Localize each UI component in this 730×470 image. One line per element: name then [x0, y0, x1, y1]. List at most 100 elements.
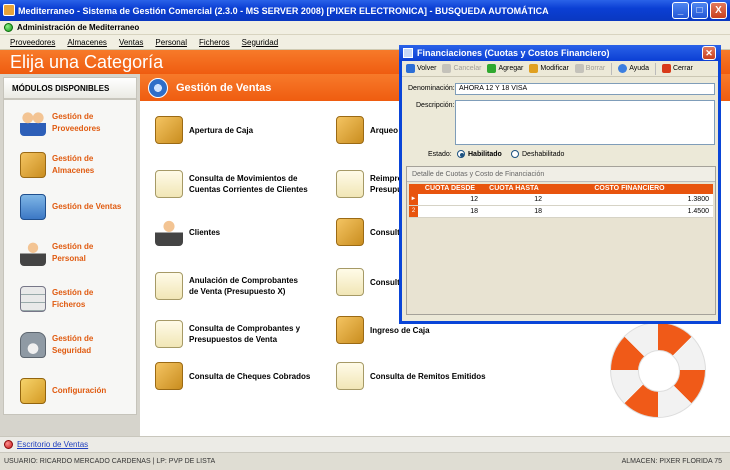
sidebar-item-label: Gestión de Personal — [52, 242, 94, 263]
option-label: Consulta de Comprobantes y Presupuestos … — [189, 324, 301, 344]
escritorio-link[interactable]: Escritorio de Ventas — [17, 440, 88, 449]
option-cheques[interactable]: Consulta de Cheques Cobrados — [155, 362, 310, 390]
dialog-toolbar: Volver Cancelar Agregar Modificar Borrar… — [402, 61, 718, 77]
cash-box-icon — [336, 116, 364, 144]
sidebar-item-configuracion[interactable]: Configuración — [4, 368, 136, 414]
option-consulta-2[interactable]: Consulta — [336, 268, 404, 296]
sidebar-item-ficheros[interactable]: Gestión de Ficheros — [4, 276, 136, 322]
option-consulta-1[interactable]: Consulta — [336, 218, 404, 246]
cabinet-icon — [20, 286, 46, 312]
sidebar-header: MÓDULOS DISPONIBLES — [4, 78, 136, 100]
denominacion-field[interactable]: AHORA 12 Y 18 VISA — [455, 83, 715, 95]
escritorio-bar[interactable]: Escritorio de Ventas — [0, 436, 730, 452]
menu-proveedores[interactable]: Proveedores — [10, 38, 55, 47]
toolbar-cerrar[interactable]: Cerrar — [661, 64, 693, 73]
radio-label: Habilitado — [468, 150, 502, 158]
sidebar-item-label: Configuración — [52, 386, 107, 395]
radio-habilitado[interactable]: Habilitado — [457, 150, 502, 158]
menu-seguridad[interactable]: Seguridad — [242, 38, 278, 47]
toolbar-agregar[interactable]: Agregar — [487, 64, 523, 73]
toolbar-label: Volver — [417, 65, 437, 72]
column-header[interactable]: COSTO FINANCIERO — [546, 184, 713, 194]
cuota-hasta-cell: 12 — [534, 196, 542, 203]
toolbar-volver[interactable]: Volver — [406, 64, 436, 73]
lock-icon — [20, 332, 46, 358]
sales-globe-icon — [148, 77, 168, 98]
close-button[interactable]: X — [710, 2, 727, 19]
option-label: Clientes — [189, 227, 221, 237]
delete-icon — [574, 64, 584, 73]
search-doc-icon — [336, 268, 364, 296]
sidebar-item-label: Gestión de Ficheros — [52, 288, 94, 309]
table-row[interactable]: 2 18 18 1.4500 — [409, 206, 713, 218]
radio-on-icon — [457, 150, 465, 158]
sidebar: MÓDULOS DISPONIBLES Gestión de Proveedor… — [0, 74, 140, 436]
toolbar-label: Agregar — [498, 65, 524, 72]
sidebar-item-personal[interactable]: Gestión de Personal — [4, 230, 136, 276]
toolbar-modificar[interactable]: Modificar — [529, 64, 569, 73]
minimize-button[interactable]: _ — [672, 2, 689, 19]
menu-almacenes[interactable]: Almacenes — [67, 38, 107, 47]
toolbar-ayuda[interactable]: Ayuda — [618, 64, 649, 73]
row-marker: ► — [409, 194, 418, 205]
search-doc-icon — [155, 320, 183, 348]
toolbar-label: Borrar — [585, 65, 606, 72]
option-label: Apertura de Caja — [189, 125, 254, 135]
add-icon — [487, 64, 497, 73]
column-header[interactable]: CUOTA DESDE — [418, 184, 482, 194]
option-clientes[interactable]: Clientes — [155, 218, 220, 246]
option-apertura-caja[interactable]: Apertura de Caja — [155, 116, 253, 144]
toolbar-label: Cerrar — [672, 65, 693, 72]
cash-register-icon — [20, 194, 46, 220]
option-consulta-movimientos[interactable]: Consulta de Movimientos de Cuentas Corri… — [155, 170, 319, 198]
status-green-icon — [4, 23, 13, 32]
toolbar-cancelar[interactable]: Cancelar — [442, 64, 481, 73]
config-icon — [20, 378, 46, 404]
menu-ventas[interactable]: Ventas — [119, 38, 143, 47]
column-header[interactable]: CUOTA HASTA — [482, 184, 546, 194]
financiaciones-dialog: Financiaciones (Cuotas y Costos Financie… — [399, 45, 721, 324]
user-status: USUARIO: RICARDO MERCADO CARDENAS | LP: … — [4, 458, 216, 465]
warehouse-icon — [20, 152, 46, 178]
cuota-desde-cell: 12 — [470, 196, 478, 203]
option-label: Consulta de Movimientos de Cuentas Corri… — [189, 174, 308, 194]
edit-icon — [529, 64, 539, 73]
search-doc-icon — [336, 362, 364, 390]
cuota-desde-cell: 18 — [470, 208, 478, 215]
option-anulacion[interactable]: Anulación de Comprobantes de Venta (Pres… — [155, 272, 309, 300]
sidebar-item-seguridad[interactable]: Gestión de Seguridad — [4, 322, 136, 368]
sidebar-item-label: Gestión de Seguridad — [52, 334, 94, 355]
option-label: Ingreso de Caja — [370, 325, 430, 335]
cuotas-grid: Detalle de Cuotas y Costo de Financiació… — [406, 166, 716, 315]
window-title: Mediterraneo - Sistema de Gestión Comerc… — [18, 5, 549, 16]
sidebar-item-proveedores[interactable]: Gestión de Proveedores — [4, 100, 136, 146]
sidebar-item-label: Gestión de Almacenes — [52, 154, 95, 175]
search-doc-icon — [155, 170, 183, 198]
document-icon — [336, 170, 364, 198]
toolbar-label: Cancelar — [453, 65, 482, 72]
option-arqueo[interactable]: Arqueo y — [336, 116, 405, 144]
menu-ficheros[interactable]: Ficheros — [199, 38, 230, 47]
costo-cell: 1.3800 — [687, 196, 709, 203]
admin-title: Administración de Mediterraneo — [17, 23, 140, 32]
dialog-icon — [403, 48, 413, 58]
radio-deshabilitado[interactable]: Deshabilitado — [511, 150, 564, 158]
grid-header-row: CUOTA DESDE CUOTA HASTA COSTO FINANCIERO — [409, 184, 713, 194]
row-marker: 2 — [409, 206, 418, 217]
option-consulta-comprobantes[interactable]: Consulta de Comprobantes y Presupuestos … — [155, 320, 304, 348]
toolbar-borrar[interactable]: Borrar — [574, 64, 606, 73]
main-title: Gestión de Ventas — [176, 81, 272, 94]
option-label: Anulación de Comprobantes de Venta (Pres… — [189, 276, 298, 296]
dialog-close-button[interactable]: ✕ — [702, 46, 716, 60]
table-row[interactable]: ► 12 12 1.3800 — [409, 194, 713, 206]
sidebar-item-ventas[interactable]: Gestión de Ventas — [4, 184, 136, 230]
sidebar-item-almacenes[interactable]: Gestión de Almacenes — [4, 146, 136, 184]
descripcion-field[interactable] — [455, 100, 715, 145]
radio-off-icon — [511, 150, 519, 158]
maximize-button[interactable]: □ — [691, 2, 708, 19]
cancel-icon — [442, 64, 452, 73]
dialog-title: Financiaciones (Cuotas y Costos Financie… — [417, 48, 610, 58]
option-remitos[interactable]: Consulta de Remitos Emitidos — [336, 362, 486, 390]
menu-personal[interactable]: Personal — [155, 38, 187, 47]
option-label: Consulta de Remitos Emitidos — [370, 371, 486, 381]
